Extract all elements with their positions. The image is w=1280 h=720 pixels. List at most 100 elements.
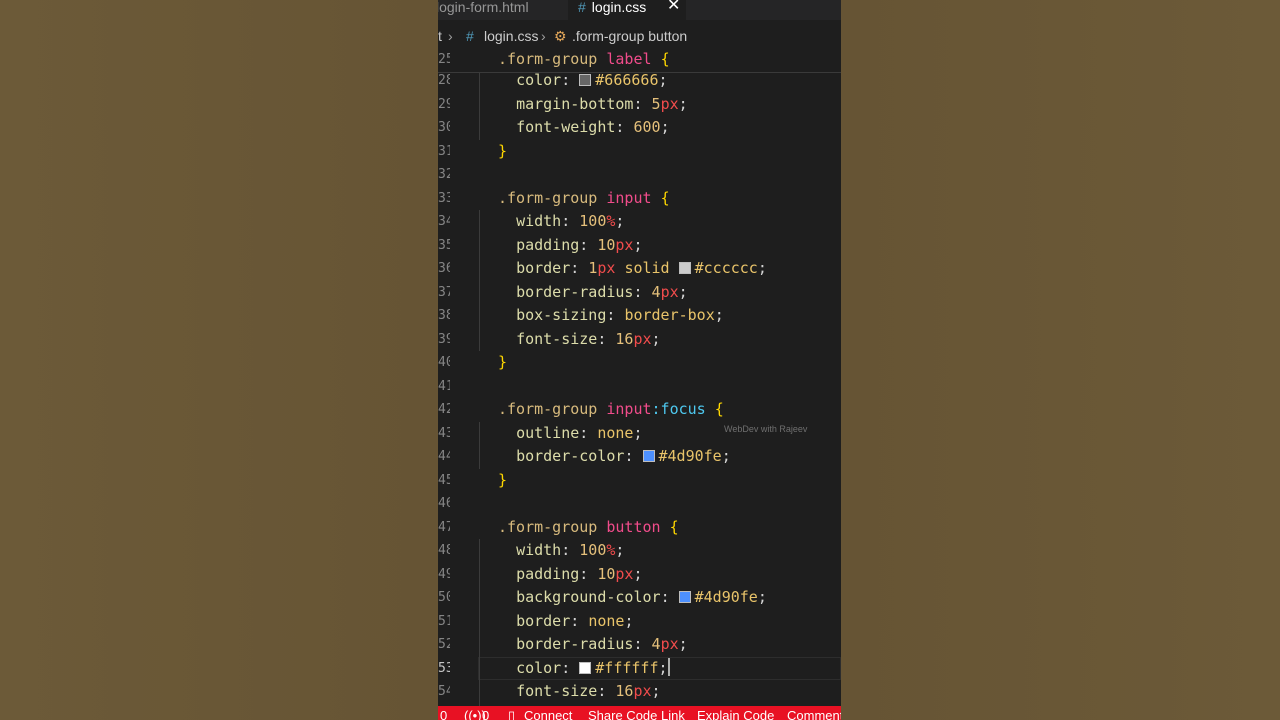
semicolon: ; [757, 588, 767, 606]
sticky-scroll-header[interactable]: 25 .form-group label { [438, 48, 841, 73]
color-swatch-icon[interactable] [579, 74, 592, 86]
code-line[interactable]: 50 background-color: #4d90fe; [438, 586, 841, 609]
code-text[interactable]: font-size: 16px; [498, 328, 661, 351]
code-line[interactable]: 31} [438, 140, 841, 163]
code-text[interactable]: .form-group input { [498, 187, 670, 210]
code-text[interactable]: border: 1px solid #cccccc; [498, 257, 767, 280]
code-line[interactable]: 46 [438, 492, 841, 515]
breadcrumb-root[interactable]: t [438, 24, 442, 48]
colon: : [615, 118, 634, 136]
code-line[interactable]: 30 font-weight: 600; [438, 116, 841, 139]
color-swatch-icon[interactable] [642, 450, 655, 462]
colon: : [579, 423, 598, 442]
indent-guide [479, 72, 480, 140]
indent-guide [479, 210, 480, 351]
code-text[interactable]: border-radius: 4px; [498, 281, 688, 304]
code-text[interactable]: .form-group button { [498, 516, 679, 539]
code-text[interactable]: font-weight: 600; [498, 116, 670, 139]
code-text[interactable]: border-radius: 4px; [498, 633, 688, 656]
comment-button[interactable]: Comment [787, 706, 841, 720]
code-editor[interactable]: login-form.html # login.css ✕ t › # login… [438, 0, 841, 720]
explain-code-button[interactable]: Explain Code [697, 706, 774, 720]
code-text[interactable]: background-color: #4d90fe; [498, 586, 767, 609]
code-text[interactable]: width: 100%; [498, 210, 624, 233]
semicolon: ; [651, 682, 661, 700]
code-text[interactable]: border: none; [498, 610, 633, 633]
code-line[interactable]: 52 border-radius: 4px; [438, 633, 841, 656]
semicolon: ; [633, 235, 643, 254]
color-swatch-icon[interactable] [678, 591, 691, 603]
css-number: 100 [579, 212, 607, 230]
code-text[interactable]: outline: none; [498, 422, 643, 445]
line-number: 43 [438, 425, 450, 441]
code-line[interactable]: 48 width: 100%; [438, 539, 841, 562]
breadcrumb-file[interactable]: login.css [484, 24, 538, 48]
code-line[interactable]: 45} [438, 469, 841, 492]
code-line[interactable]: 39 font-size: 16px; [438, 328, 841, 351]
breadcrumb-symbol[interactable]: .form-group button [572, 24, 687, 48]
status-ports[interactable]: 0 [482, 706, 489, 720]
database-icon: ▯ [508, 708, 516, 720]
css-property: border-radius [516, 635, 634, 653]
code-line[interactable]: 34 width: 100%; [438, 210, 841, 233]
semicolon: ; [678, 282, 688, 301]
line-number: 46 [438, 496, 450, 511]
code-line[interactable]: 51 border: none; [438, 610, 841, 633]
tab-login-form-html[interactable]: login-form.html [438, 0, 529, 20]
code-line[interactable]: 40} [438, 351, 841, 374]
code-text[interactable]: border-color: #4d90fe; [498, 445, 731, 468]
css-unit: px [615, 235, 634, 254]
color-swatch-icon[interactable] [579, 661, 592, 674]
code-text[interactable]: .form-group label { [498, 48, 670, 71]
connect-button[interactable]: Connect [524, 706, 572, 720]
line-number: 40 [438, 355, 450, 370]
code-text[interactable]: } [498, 351, 507, 374]
code-line[interactable]: 44 border-color: #4d90fe; [438, 445, 841, 468]
line-number: 45 [438, 472, 450, 488]
css-value: border-box [624, 306, 715, 324]
code-text[interactable]: color: #ffffff; [498, 657, 670, 680]
semicolon: ; [658, 658, 668, 677]
close-icon[interactable]: ✕ [667, 0, 680, 14]
css-property: color [516, 658, 562, 677]
css-element: button [606, 517, 661, 536]
code-text[interactable]: margin-bottom: 5px; [498, 93, 688, 116]
code-line[interactable]: 41 [438, 375, 841, 398]
code-text[interactable]: .form-group input:focus { [498, 398, 724, 421]
code-line[interactable]: 36 border: 1px solid #cccccc; [438, 257, 841, 280]
code-line[interactable]: 49 padding: 10px; [438, 563, 841, 586]
semicolon: ; [660, 118, 670, 136]
code-line[interactable]: 38 box-sizing: border-box; [438, 304, 841, 327]
code-text[interactable]: font-size: 16px; [498, 680, 661, 703]
status-errors[interactable]: 0 [440, 706, 447, 720]
semicolon: ; [624, 611, 634, 630]
code-text[interactable]: } [498, 469, 507, 492]
tab-login-css[interactable]: # login.css ✕ [568, 0, 686, 20]
code-text[interactable]: box-sizing: border-box; [498, 304, 724, 327]
code-line[interactable]: 47 .form-group button { [438, 516, 841, 539]
code-line[interactable]: 29 margin-bottom: 5px; [438, 93, 841, 116]
code-text[interactable]: } [498, 140, 507, 163]
code-line[interactable]: 32 [438, 163, 841, 186]
colon: : [561, 541, 580, 559]
semicolon: ; [633, 423, 643, 442]
line-number: 33 [438, 190, 450, 206]
code-text[interactable]: padding: 10px; [498, 563, 642, 586]
css-brace: { [714, 400, 724, 418]
code-line[interactable]: 54 font-size: 16px; [438, 680, 841, 703]
code-text[interactable]: padding: 10px; [498, 234, 643, 257]
code-line[interactable]: 33 .form-group input { [438, 187, 841, 210]
colon: : [660, 588, 679, 606]
share-code-link-button[interactable]: Share Code Link [588, 706, 685, 720]
code-line[interactable]: 53 color: #ffffff; [438, 656, 841, 680]
code-text[interactable]: width: 100%; [498, 539, 624, 562]
css-property: border [516, 611, 571, 630]
css-element: input [606, 188, 652, 207]
code-line[interactable]: 37 border-radius: 4px; [438, 281, 841, 304]
color-swatch-icon[interactable] [678, 262, 691, 274]
css-pseudo: :focus [651, 400, 706, 418]
line-number: 30 [438, 120, 450, 135]
css-number: 10 [597, 564, 616, 583]
code-line[interactable]: 42 .form-group input:focus { [438, 398, 841, 421]
code-line[interactable]: 35 padding: 10px; [438, 234, 841, 257]
